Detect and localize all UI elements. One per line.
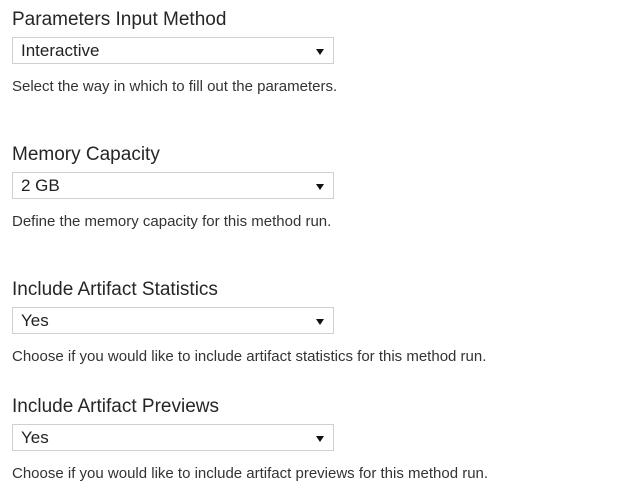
parameters-input-method-help: Select the way in which to fill out the … (12, 78, 338, 95)
field-include-artifact-previews: Include Artifact Previews Yes Choose if … (12, 396, 627, 483)
include-artifact-statistics-help: Choose if you would like to include arti… (12, 348, 487, 365)
parameters-input-method-value: Interactive (21, 40, 100, 60)
include-artifact-previews-help: Choose if you would like to include arti… (12, 465, 489, 482)
memory-capacity-help: Define the memory capacity for this meth… (12, 213, 332, 230)
field-include-artifact-statistics: Include Artifact Statistics Yes Choose i… (12, 279, 627, 366)
caret-down-icon (316, 183, 324, 190)
include-artifact-statistics-value: Yes (21, 310, 49, 330)
caret-down-icon (316, 48, 324, 55)
include-artifact-statistics-select[interactable]: Yes (12, 307, 334, 334)
memory-capacity-value: 2 GB (21, 175, 60, 195)
caret-down-icon (316, 318, 324, 325)
field-memory-capacity: Memory Capacity 2 GB Define the memory c… (12, 144, 627, 231)
parameters-input-method-select[interactable]: Interactive (12, 37, 334, 64)
parameters-input-method-label: Parameters Input Method (12, 9, 227, 30)
field-parameters-input-method: Parameters Input Method Interactive Sele… (12, 9, 627, 96)
include-artifact-previews-select[interactable]: Yes (12, 424, 334, 451)
memory-capacity-label: Memory Capacity (12, 144, 160, 165)
include-artifact-previews-label: Include Artifact Previews (12, 396, 219, 417)
include-artifact-previews-value: Yes (21, 427, 49, 447)
include-artifact-statistics-label: Include Artifact Statistics (12, 279, 218, 300)
caret-down-icon (316, 435, 324, 442)
memory-capacity-select[interactable]: 2 GB (12, 172, 334, 199)
